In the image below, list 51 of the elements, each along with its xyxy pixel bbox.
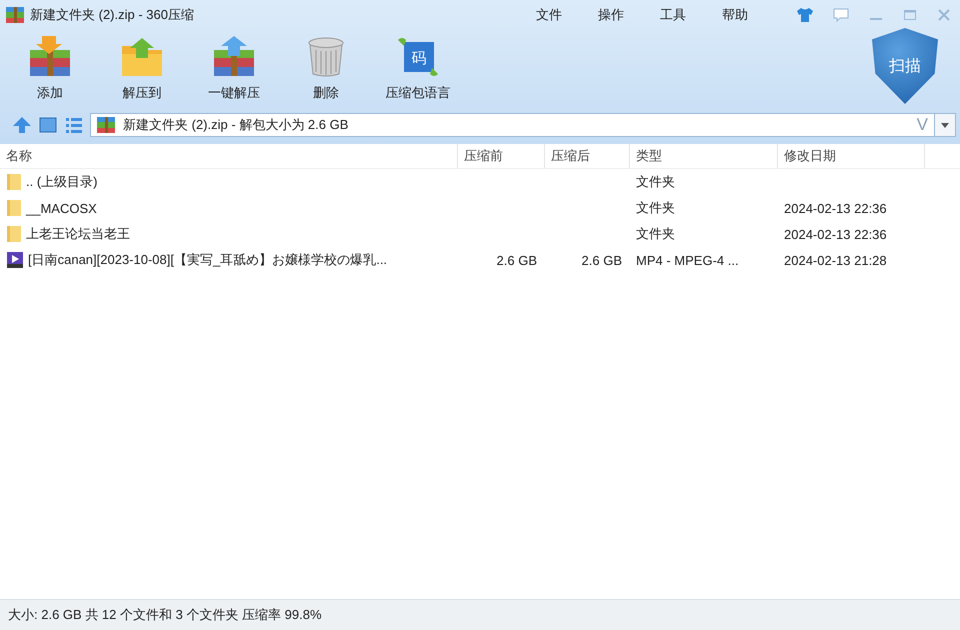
archive-icon bbox=[97, 117, 115, 133]
archive-icon bbox=[6, 7, 24, 23]
column-header[interactable]: 压缩后 bbox=[545, 144, 630, 168]
dropdown-button[interactable] bbox=[934, 113, 956, 137]
toolbar-button[interactable]: 删除 bbox=[280, 30, 372, 102]
menu-item[interactable]: 工具 bbox=[660, 6, 686, 24]
toolbar-button[interactable]: 添加 bbox=[4, 30, 96, 102]
thumbnail-view-icon[interactable] bbox=[38, 116, 58, 134]
column-header[interactable]: 类型 bbox=[630, 144, 778, 168]
folder-icon bbox=[6, 199, 22, 217]
column-header[interactable]: 名称 bbox=[0, 144, 458, 168]
table-cell: 2.6 GB bbox=[582, 252, 622, 268]
archive-down-arrow-icon bbox=[28, 36, 72, 78]
file-name: __MACOSX bbox=[26, 200, 97, 216]
scan-button[interactable]: 扫描 bbox=[872, 28, 938, 104]
folder-icon bbox=[6, 225, 22, 243]
address-field[interactable]: 新建文件夹 (2).zip - 解包大小为 2.6 GB V bbox=[90, 113, 935, 137]
status-bar: 大小: 2.6 GB 共 12 个文件和 3 个文件夹 压缩率 99.8% bbox=[0, 599, 960, 630]
maximize-icon[interactable] bbox=[902, 7, 918, 23]
archive-up-arrow-icon bbox=[212, 36, 256, 78]
file-name: .. (上级目录) bbox=[26, 173, 98, 191]
column-header[interactable]: 修改日期 bbox=[778, 144, 925, 168]
code-glyph: 码 bbox=[412, 50, 426, 67]
table-cell: MP4 - MPEG-4 ... bbox=[636, 252, 739, 268]
toolbar-button[interactable]: 码 压缩包语言 bbox=[372, 30, 464, 102]
message-icon[interactable] bbox=[832, 7, 850, 23]
table-cell: 2024-02-13 22:36 bbox=[784, 226, 887, 242]
table-cell: 文件夹 bbox=[636, 173, 675, 191]
page-icon bbox=[404, 42, 434, 72]
folder-icon bbox=[6, 173, 22, 191]
menu-item[interactable]: 帮助 bbox=[722, 6, 748, 24]
column-header[interactable]: 压缩前 bbox=[458, 144, 545, 168]
file-name: [日南canan][2023-10-08][【実写_耳舐め】お嬢様学校の爆乳... bbox=[28, 251, 388, 269]
close-icon[interactable] bbox=[936, 7, 952, 23]
folder-up-arrow-icon bbox=[120, 36, 164, 78]
caret-icon bbox=[941, 122, 949, 128]
up-arrow-icon[interactable] bbox=[12, 116, 32, 134]
toolbar-button[interactable]: 一键解压 bbox=[188, 30, 280, 102]
table-cell: 2.6 GB bbox=[496, 252, 537, 268]
toolbar-button[interactable]: 解压到 bbox=[96, 30, 188, 102]
table-cell: 文件夹 bbox=[636, 225, 675, 243]
shirt-icon[interactable] bbox=[796, 7, 814, 23]
video-file-icon bbox=[6, 251, 24, 269]
table-cell: 2024-02-13 22:36 bbox=[784, 200, 887, 216]
table-cell: 文件夹 bbox=[636, 199, 675, 217]
table-cell: 2024-02-13 21:28 bbox=[784, 252, 887, 268]
window-title: 新建文件夹 (2).zip - 360压缩 bbox=[30, 6, 195, 24]
list-view-icon[interactable] bbox=[64, 116, 84, 134]
file-name: 上老王论坛当老王 bbox=[26, 225, 130, 243]
menu-item[interactable]: 文件 bbox=[536, 6, 562, 24]
menu-item[interactable]: 操作 bbox=[598, 6, 624, 24]
